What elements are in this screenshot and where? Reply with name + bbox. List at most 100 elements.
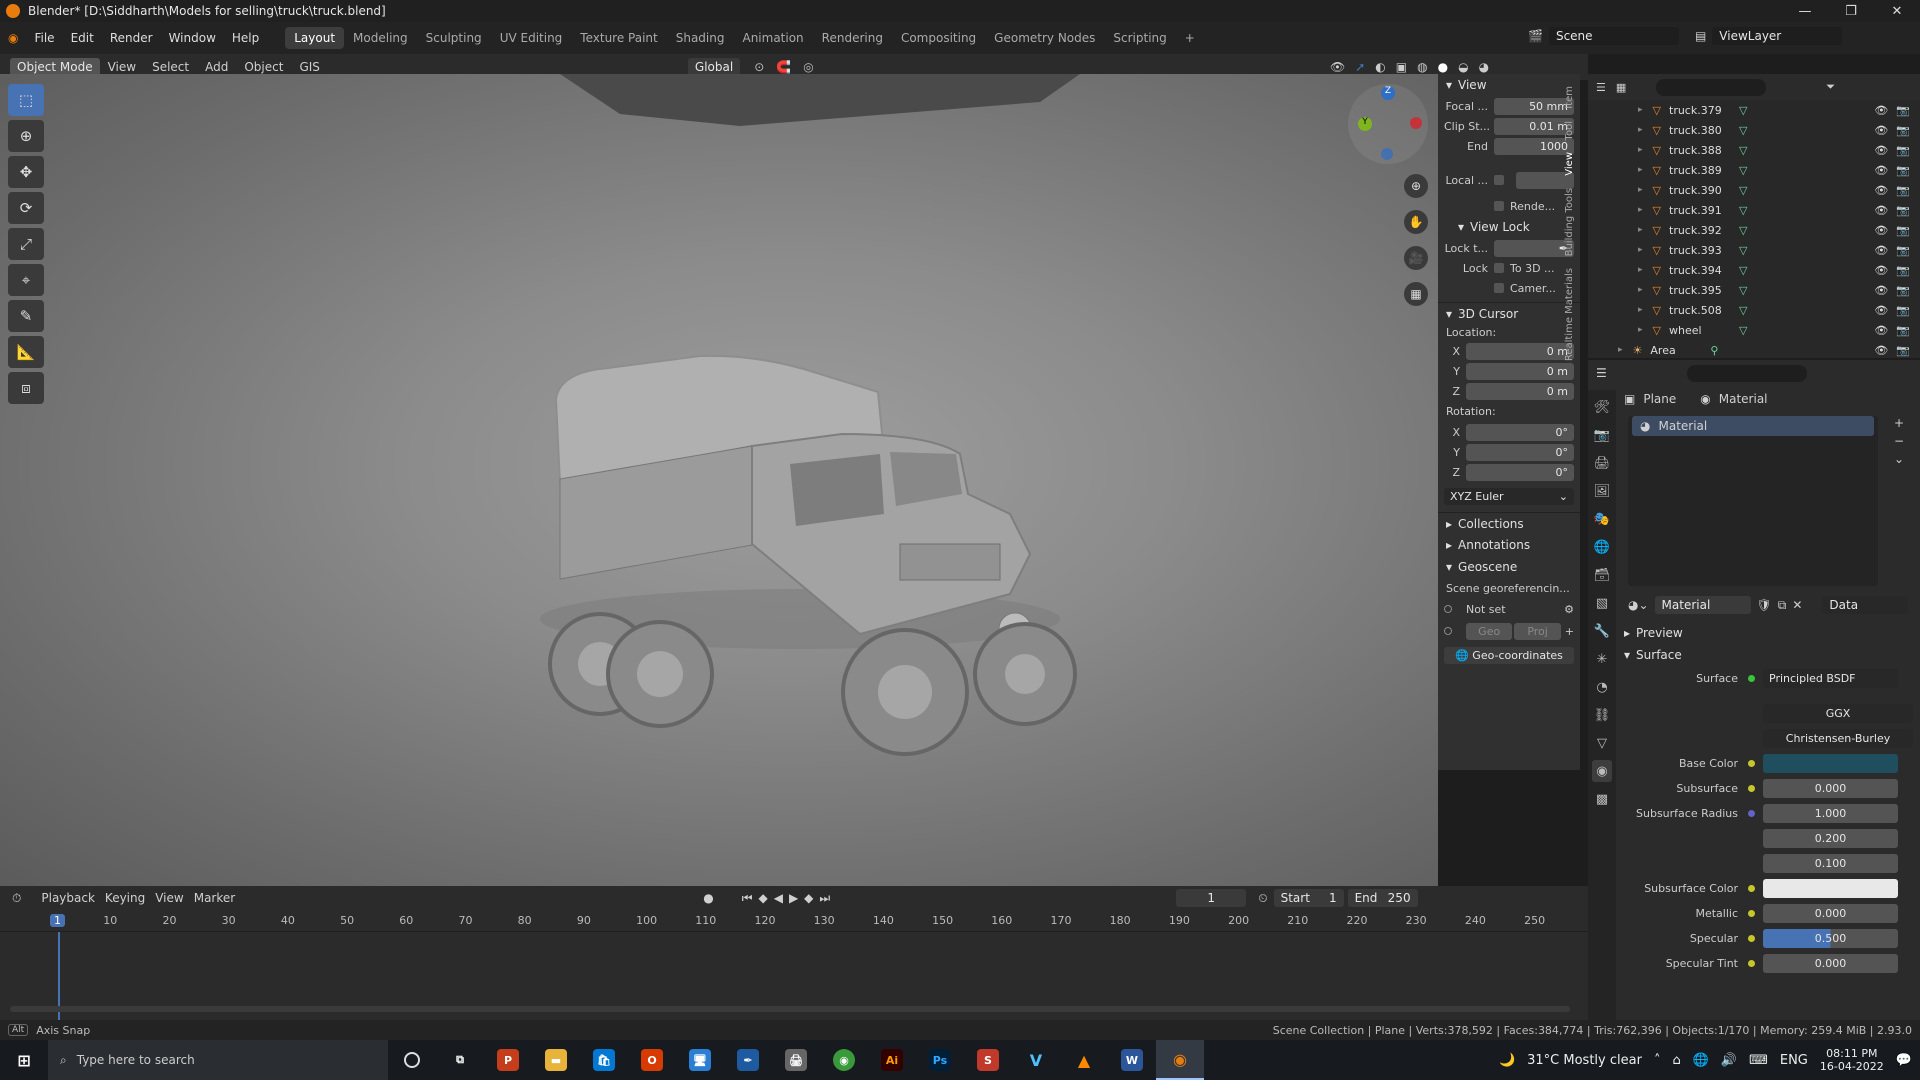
distribution-dropdown[interactable]: GGX xyxy=(1763,704,1913,723)
camera-render-icon[interactable]: 📷 xyxy=(1896,244,1910,257)
property-value-field[interactable]: 0.000 xyxy=(1763,779,1898,798)
cursor-rot-z-field[interactable]: 0° xyxy=(1466,463,1574,481)
expand-arrow-icon[interactable]: ▸ xyxy=(1638,185,1643,195)
unlink-material-icon[interactable]: ✕ xyxy=(1792,598,1802,612)
expand-arrow-icon[interactable]: ▸ xyxy=(1638,145,1643,155)
file-explorer-icon[interactable]: ▬ xyxy=(532,1040,580,1080)
menu-edit[interactable]: Edit xyxy=(63,31,102,45)
physics-props-icon[interactable]: ◔ xyxy=(1592,676,1612,698)
surface-shader-field[interactable]: Principled BSDF xyxy=(1763,669,1898,688)
outliner-editor-icon[interactable]: ☰ xyxy=(1596,81,1606,94)
tab-shading[interactable]: Shading xyxy=(667,27,734,49)
outliner-row[interactable]: ▸ ▽ truck.380 ▽ 👁 📷 xyxy=(1588,120,1920,140)
move-icon[interactable]: ✥ xyxy=(8,156,44,188)
constraints-props-icon[interactable]: ⛓ xyxy=(1592,704,1612,726)
menu-render[interactable]: Render xyxy=(102,31,161,45)
property-value-field[interactable]: 0.000 xyxy=(1763,904,1898,923)
material-browse-icon[interactable]: ◕⌄ xyxy=(1628,598,1649,612)
view-layer-props-icon[interactable]: 🖼 xyxy=(1592,480,1612,502)
surface-section[interactable]: ▾ Surface xyxy=(1616,644,1920,666)
lock-camera-checkbox[interactable] xyxy=(1494,283,1504,293)
local-camera-checkbox[interactable] xyxy=(1494,175,1504,185)
view-section-header[interactable]: ▾ View xyxy=(1438,74,1580,96)
camera-render-icon[interactable]: 📷 xyxy=(1896,344,1910,357)
display-mode-icon[interactable]: ▦ xyxy=(1616,81,1626,94)
camera-render-icon[interactable]: 📷 xyxy=(1896,204,1910,217)
camera-render-icon[interactable]: 📷 xyxy=(1896,184,1910,197)
gizmo-icon[interactable]: ➚ xyxy=(1355,60,1365,74)
keying-menu[interactable]: Keying xyxy=(105,891,145,905)
outliner-row[interactable]: ▸ ▽ truck.395 ▽ 👁 📷 xyxy=(1588,280,1920,300)
expand-arrow-icon[interactable]: ▸ xyxy=(1638,325,1643,335)
expand-arrow-icon[interactable]: ▸ xyxy=(1638,285,1643,295)
clock-icon[interactable]: ⏲ xyxy=(1258,891,1267,906)
proportional-edit-icon[interactable]: ◎ xyxy=(803,60,813,74)
eye-icon[interactable]: 👁 xyxy=(1874,164,1888,177)
camera-render-icon[interactable]: 📷 xyxy=(1896,104,1910,117)
properties-editor-icon[interactable]: ☰ xyxy=(1596,366,1607,380)
pivot-icon[interactable]: ⊙ xyxy=(754,60,764,74)
tab-scripting[interactable]: Scripting xyxy=(1104,27,1175,49)
taskbar-search-box[interactable]: ⌕ Type here to search xyxy=(48,1040,388,1080)
material-slot-list[interactable]: ◕ Material + − ⌄ xyxy=(1628,416,1904,586)
expand-arrow-icon[interactable]: ▸ xyxy=(1618,345,1623,355)
cursor-loc-y-field[interactable]: 0 m xyxy=(1466,362,1574,380)
camera-view-icon[interactable]: 🎥 xyxy=(1404,246,1428,270)
slot-menu-chevron-icon[interactable]: ⌄ xyxy=(1894,452,1904,466)
sketchup-icon[interactable]: S xyxy=(964,1040,1012,1080)
pen-app-icon[interactable]: ✒ xyxy=(724,1040,772,1080)
expand-arrow-icon[interactable]: ▸ xyxy=(1638,245,1643,255)
outliner-row[interactable]: ▸ ▽ truck.388 ▽ 👁 📷 xyxy=(1588,140,1920,160)
expand-arrow-icon[interactable]: ▸ xyxy=(1638,205,1643,215)
add-slot-button[interactable]: + xyxy=(1894,416,1904,430)
tab-compositing[interactable]: Compositing xyxy=(892,27,985,49)
geo-coordinates-button[interactable]: 🌐 Geo-coordinates xyxy=(1444,646,1574,664)
tool-props-icon[interactable]: 🛠 xyxy=(1592,396,1612,418)
fake-user-icon[interactable]: 🛡 xyxy=(1757,598,1772,612)
photoshop-icon[interactable]: Ps xyxy=(916,1040,964,1080)
transform-icon[interactable]: ⌖ xyxy=(8,264,44,296)
view-layer-selector[interactable]: ViewLayer xyxy=(1712,27,1843,45)
blender-menu-icon[interactable]: ◉ xyxy=(0,31,26,45)
outliner-row[interactable]: ▸ ▽ truck.389 ▽ 👁 📷 xyxy=(1588,160,1920,180)
camera-render-icon[interactable]: 📷 xyxy=(1896,304,1910,317)
wireframe-shading-icon[interactable]: ◍ xyxy=(1417,60,1427,74)
outliner-row[interactable]: ▸ ☀ Area ⚲ 👁 📷 xyxy=(1588,340,1920,360)
render-props-icon[interactable]: 📷 xyxy=(1592,424,1612,446)
lock-to-object-field[interactable]: ✒ xyxy=(1494,239,1574,257)
collections-header[interactable]: ▸ Collections xyxy=(1438,512,1580,534)
current-frame-field[interactable]: 1 xyxy=(1176,889,1247,907)
eye-icon[interactable]: 👁 xyxy=(1874,104,1888,117)
cursor-loc-z-field[interactable]: 0 m xyxy=(1466,382,1574,400)
filter-icon[interactable]: ⏷ xyxy=(1826,80,1835,94)
eye-icon[interactable]: 👁 xyxy=(1874,244,1888,257)
rotation-mode-dropdown[interactable]: XYZ Euler ⌄ xyxy=(1444,487,1574,505)
cursor-rot-y-field[interactable]: 0° xyxy=(1466,443,1574,461)
snap-icon[interactable]: 🧲 xyxy=(776,60,791,74)
playback-controls[interactable]: ⏮◆◀▶◆⏭ xyxy=(742,891,837,906)
eye-icon[interactable]: 👁 xyxy=(1874,344,1888,357)
expand-arrow-icon[interactable]: ▸ xyxy=(1638,305,1643,315)
menu-window[interactable]: Window xyxy=(161,31,224,45)
outliner-row[interactable]: ▸ ▽ truck.390 ▽ 👁 📷 xyxy=(1588,180,1920,200)
viewport-menu-add[interactable]: Add xyxy=(197,60,236,74)
cursor-tool-icon[interactable]: ⊕ xyxy=(8,120,44,152)
playback-menu[interactable]: Playback xyxy=(41,891,95,905)
visibility-icon[interactable]: 👁 xyxy=(1330,60,1345,74)
remote-desktop-icon[interactable]: 🖥 xyxy=(676,1040,724,1080)
scene-selector[interactable]: Scene xyxy=(1548,27,1679,45)
outliner-row[interactable]: ▸ ▽ truck.394 ▽ 👁 📷 xyxy=(1588,260,1920,280)
eye-icon[interactable]: 👁 xyxy=(1874,264,1888,277)
focal-length-field[interactable]: 50 mm xyxy=(1494,97,1574,115)
clip-end-field[interactable]: 1000 xyxy=(1494,137,1574,155)
menu-help[interactable]: Help xyxy=(224,31,267,45)
marker-menu[interactable]: Marker xyxy=(194,891,235,905)
expand-arrow-icon[interactable]: ▸ xyxy=(1638,165,1643,175)
expand-arrow-icon[interactable]: ▸ xyxy=(1638,225,1643,235)
view-lock-header[interactable]: ▾ View Lock xyxy=(1438,216,1580,238)
zoom-icon[interactable]: ⊕ xyxy=(1404,174,1428,198)
ortho-grid-icon[interactable]: ▦ xyxy=(1404,282,1428,306)
chrome-icon[interactable]: ◉ xyxy=(820,1040,868,1080)
tab-item[interactable]: Item xyxy=(1564,80,1575,115)
frame-ruler[interactable]: 1 10 20 30 40 50 60 70 80 90 100 110 120 130 140 150 160… xyxy=(0,910,1588,932)
